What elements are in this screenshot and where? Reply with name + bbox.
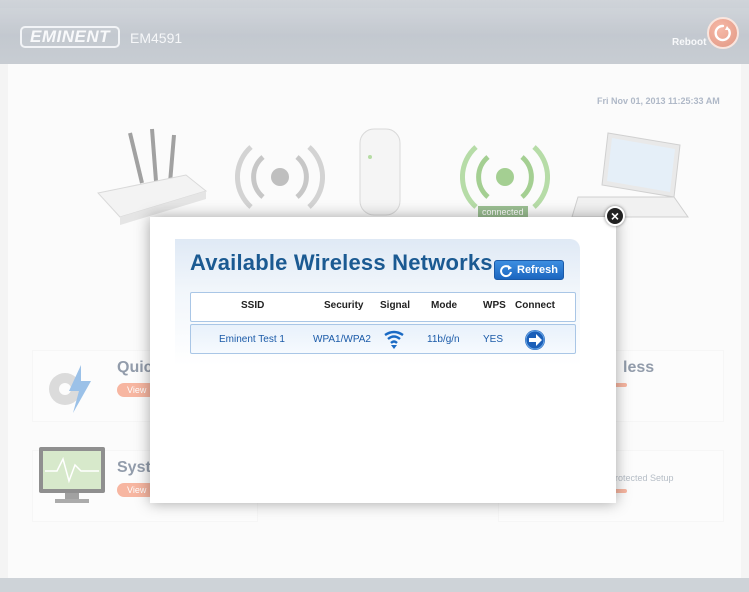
connect-button[interactable] [523,329,547,351]
column-header-security: Security [324,300,364,311]
refresh-button[interactable]: Refresh [494,260,564,280]
close-icon: × [610,208,620,224]
table-row[interactable]: Eminent Test 1 WPA1/WPA2 11b/g/n YES [190,324,576,354]
wifi-signal-icon [384,330,404,349]
modal-title: Available Wireless Networks [190,250,493,275]
network-wps: YES [483,334,504,345]
column-header-ssid: SSID [241,300,265,311]
column-header-connect: Connect [515,300,555,311]
column-header-wps: WPS [483,300,506,311]
refresh-label: Refresh [517,264,558,276]
network-mode: 11b/g/n [427,334,460,345]
refresh-icon [500,265,512,278]
close-button[interactable]: × [605,206,625,226]
networks-table-header: SSID Security Signal Mode WPS Connect [190,292,576,322]
column-header-signal: Signal [380,300,411,311]
column-header-mode: Mode [431,300,458,311]
network-security: WPA1/WPA2 [313,334,371,345]
network-ssid: Eminent Test 1 [219,334,285,345]
